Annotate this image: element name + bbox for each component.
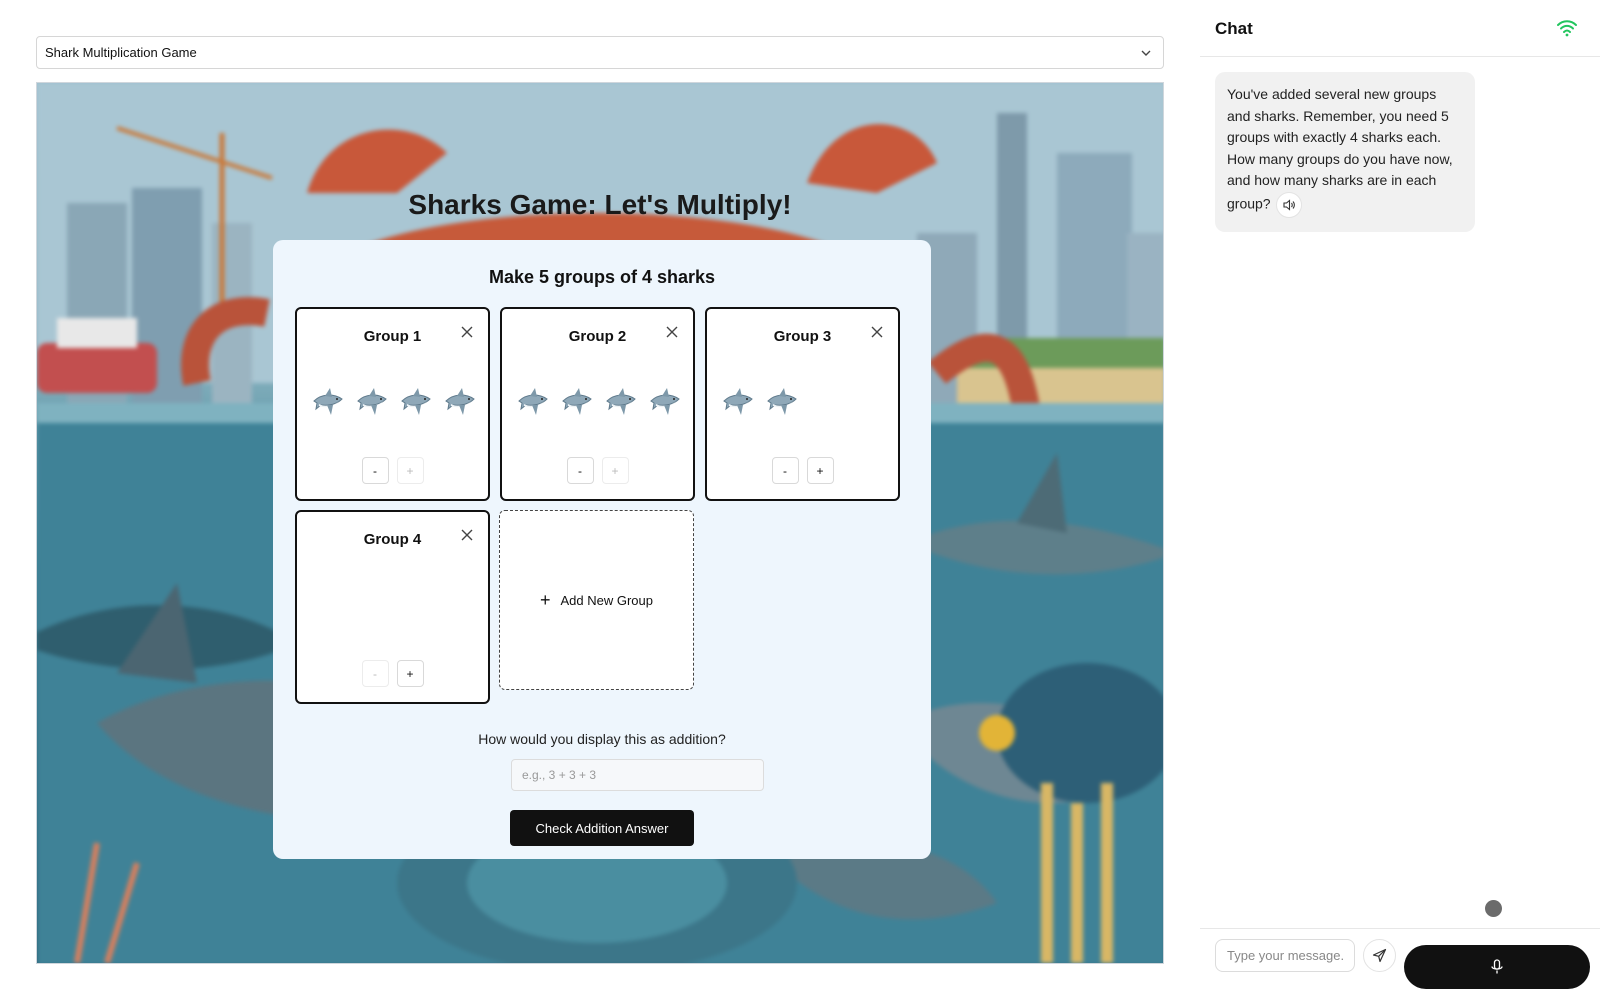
shark-icon [560,385,596,421]
game-select[interactable]: Shark Multiplication Game [36,36,1164,69]
shark-icon [355,385,391,421]
remove-shark-button[interactable]: - [771,457,799,484]
game-title: Sharks Game: Let's Multiply! [408,189,792,220]
assistant-message: You've added several new groups and shar… [1215,72,1475,232]
send-icon [1372,948,1387,963]
shark-icon [516,385,552,421]
task-prompt: Make 5 groups of 4 sharks [488,267,716,287]
close-icon[interactable] [870,325,884,339]
add-new-group-label: Add New Group [560,592,654,608]
shark-icon [399,385,435,421]
game-select-value: Shark Multiplication Game [45,45,197,60]
remove-shark-button[interactable]: - [566,457,594,484]
add-shark-button[interactable]: + [396,660,424,687]
send-button[interactable] [1363,939,1396,972]
remove-shark-button[interactable]: - [361,660,389,687]
microphone-icon [1491,959,1503,974]
shark-icon [765,385,801,421]
shark-icon [311,385,347,421]
close-icon[interactable] [665,325,679,339]
group-card-4: Group 4 - + [295,510,490,704]
message-text: You've added several new groups and shar… [1227,86,1453,212]
shark-row [721,385,801,425]
add-shark-button[interactable]: + [601,457,629,484]
group-card-2: Group 2 - + [500,307,695,501]
shark-icon [648,385,684,421]
shark-row [311,385,479,425]
chat-title: Chat [1215,19,1253,38]
addition-question: How would you display this as addition? [478,731,726,747]
chat-pane: Chat You've added several new groups and… [1200,0,1600,1000]
group-card-1: Group 1 - + [295,307,490,501]
close-icon[interactable] [460,325,474,339]
chat-header: Chat [1200,0,1600,57]
speaker-icon[interactable] [1276,191,1303,218]
close-icon[interactable] [460,528,474,542]
microphone-button[interactable] [1404,945,1590,989]
chevron-down-icon [1141,50,1151,56]
wifi-icon [1557,20,1577,37]
shark-row [516,385,684,425]
addition-answer-input[interactable] [511,759,764,791]
chat-composer [1200,928,1600,1000]
shark-icon [721,385,757,421]
group-card-3: Group 3 - + [705,307,900,501]
plus-icon: + [539,590,551,610]
message-input[interactable] [1215,939,1355,972]
shark-icon [443,385,479,421]
game-stage: Sharks Game: Let's Multiply! Make 5 grou… [36,82,1164,964]
remove-shark-button[interactable]: - [361,457,389,484]
typing-indicator [1485,900,1502,917]
add-shark-button[interactable]: + [396,457,424,484]
groups-panel: Make 5 groups of 4 sharks Group 1 - + Gr… [273,240,931,859]
check-addition-answer-button[interactable]: Check Addition Answer [510,810,694,846]
add-new-group-button[interactable]: + Add New Group [499,510,694,690]
add-shark-button[interactable]: + [806,457,834,484]
shark-icon [604,385,640,421]
